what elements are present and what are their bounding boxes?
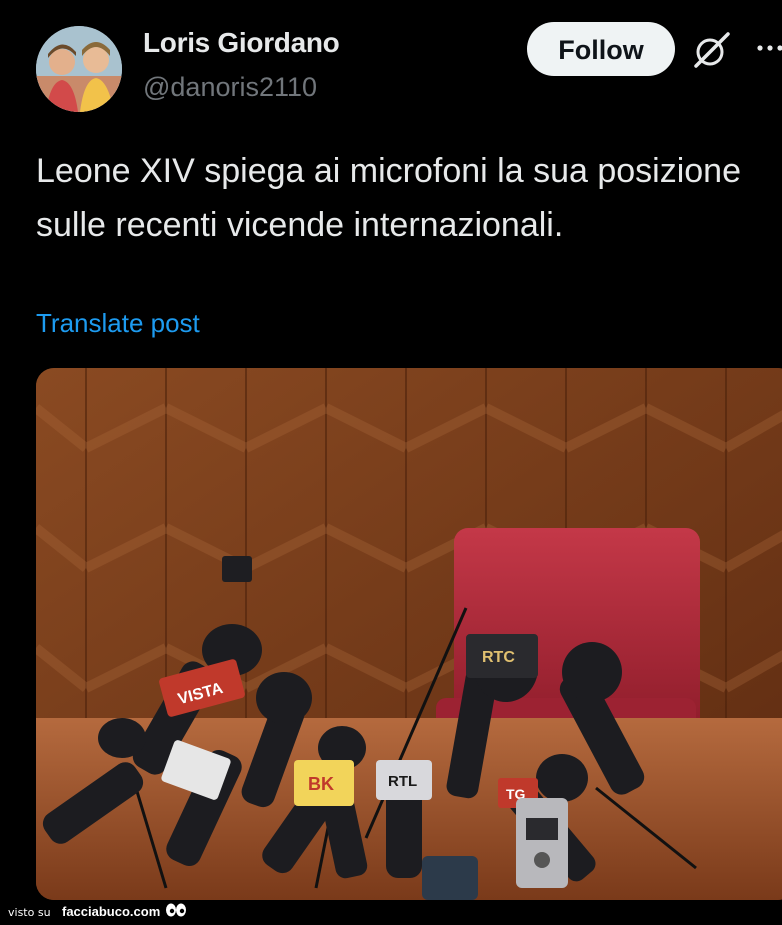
watermark-prefix: visto su [8,906,51,919]
author-display-name[interactable]: Loris Giordano [143,27,340,59]
watermark: visto su facciabuco.com [0,900,782,925]
follow-button[interactable]: Follow [527,22,675,76]
avatar[interactable] [36,26,122,112]
mic-flag-rtl: RTL [376,760,432,800]
mic-flag-bk: BK [294,760,354,806]
author-handle[interactable]: @danoris2110 [143,72,317,103]
mic-flag-bk-text: BK [308,774,334,794]
post-text: Leone XIV spiega ai microfoni la sua pos… [36,152,741,244]
more-horizontal-icon[interactable] [754,34,782,62]
watermark-site: facciabuco.com [62,904,161,919]
translate-post-link[interactable]: Translate post [36,308,200,339]
post-media-photo[interactable]: VISTA RTC RTL BK TG [36,368,782,900]
mic-flag-rtl-text: RTL [388,773,417,790]
mic-flag-rtc: RTC [466,634,538,678]
grok-icon[interactable] [690,30,734,70]
mic-flag-rtc-text: RTC [482,649,515,666]
eyes-icon [165,902,187,918]
